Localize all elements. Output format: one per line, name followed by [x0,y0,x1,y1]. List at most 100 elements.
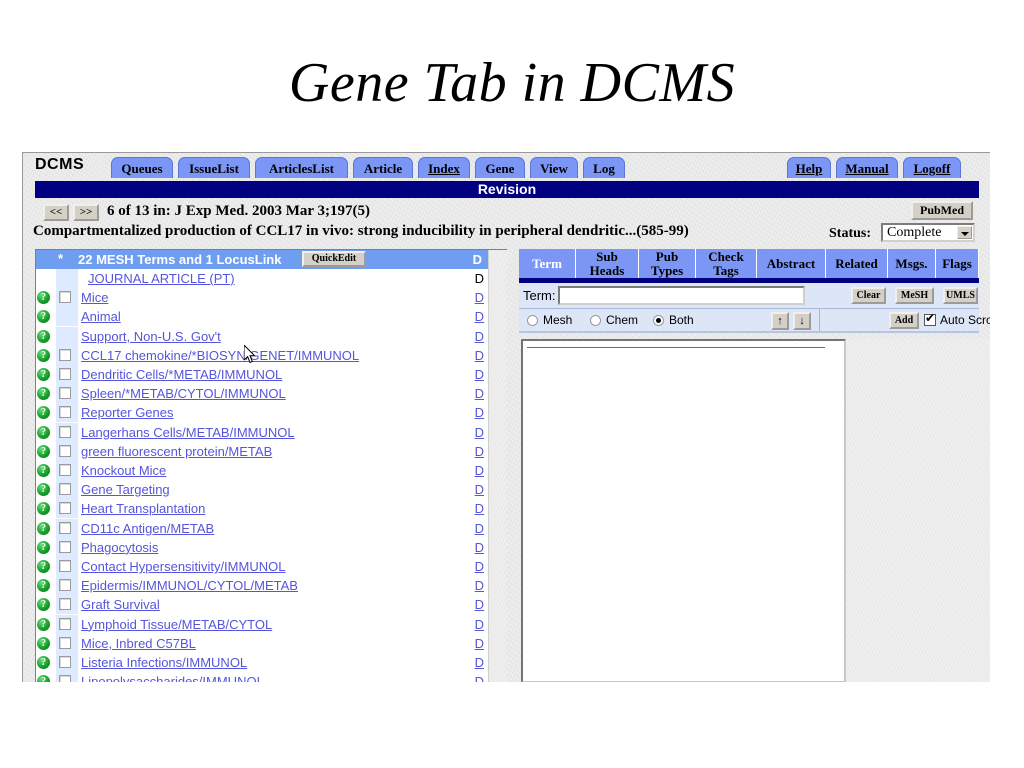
row-checkbox[interactable] [59,425,71,438]
help-globe-icon[interactable]: ? [37,444,50,458]
help-globe-icon[interactable]: ? [37,348,50,362]
help-globe-icon[interactable]: ? [37,310,50,324]
delete-link[interactable]: D [475,501,484,516]
list-item-label[interactable]: Support, Non-U.S. Gov't [81,329,221,344]
list-item-label[interactable]: Dendritic Cells/*METAB/IMMUNOL [81,367,282,382]
help-globe-icon[interactable]: ? [37,464,50,477]
list-item[interactable]: ? Gene Targeting D [36,480,507,500]
help-globe-icon[interactable]: ? [37,656,50,669]
row-checkbox[interactable] [59,502,71,515]
list-item-label[interactable]: Langerhans Cells/METAB/IMMUNOL [81,425,295,440]
delete-link[interactable]: D [475,290,484,305]
help-globe-icon[interactable]: ? [37,483,50,497]
row-checkbox[interactable] [59,387,71,400]
row-checkbox[interactable] [59,444,71,457]
list-item-label[interactable]: Heart Transplantation [81,501,205,516]
delete-link[interactable]: D [475,405,484,420]
list-item[interactable]: ? Contact Hypersensitivity/IMMUNOL D [36,557,507,576]
quickedit-button[interactable]: QuickEdit [302,251,366,267]
list-item-label[interactable]: Listeria Infections/IMMUNOL [81,655,247,670]
tab-logoff[interactable]: Logoff [903,157,961,178]
delete-link[interactable]: D [475,674,484,682]
pubmed-button[interactable]: PubMed [911,201,973,220]
status-dropdown[interactable]: Complete [881,223,975,242]
help-globe-icon[interactable]: ? [37,329,50,343]
list-item[interactable]: ? Phagocytosis D [36,537,507,557]
list-item-label[interactable]: Contact Hypersensitivity/IMMUNOL [81,559,285,574]
next-record-button[interactable]: >> [73,204,99,221]
list-item-label[interactable]: JOURNAL ARTICLE (PT) [88,271,235,286]
list-item[interactable]: ? Support, Non-U.S. Gov't D [36,326,507,346]
delete-link[interactable]: D [475,655,484,670]
list-item[interactable]: ? green fluorescent protein/METAB D [36,441,507,461]
list-item-label[interactable]: Lipopolysaccharides/IMMUNOL [81,674,264,682]
list-item-label[interactable]: Epidermis/IMMUNOL/CYTOL/METAB [81,578,298,593]
help-globe-icon[interactable]: ? [37,425,50,439]
tab-issuelist[interactable]: IssueList [178,157,250,178]
move-down-button[interactable]: ↓ [793,312,811,330]
detail-tab-check[interactable]: Check Tags [696,249,757,278]
mesh-button[interactable]: MeSH [895,287,934,304]
list-item[interactable]: ? Knockout Mice D [36,461,507,480]
list-item[interactable]: ? Listeria Infections/IMMUNOL D [36,653,507,672]
help-globe-icon[interactable]: ? [37,579,50,593]
list-item-label[interactable]: CD11c Antigen/METAB [81,521,214,536]
row-checkbox[interactable] [59,540,71,553]
radio-both[interactable] [653,315,664,326]
tab-view[interactable]: View [530,157,578,178]
delete-link[interactable]: D [475,348,484,363]
row-checkbox[interactable] [59,560,71,572]
list-item-label[interactable]: Spleen/*METAB/CYTOL/IMMUNOL [81,386,286,401]
detail-tab-flags[interactable]: Flags [936,249,979,278]
list-item-label[interactable]: Graft Survival [81,597,160,612]
list-item[interactable]: ? Lymphoid Tissue/METAB/CYTOL D [36,614,507,634]
list-item[interactable]: ? Heart Transplantation D [36,499,507,519]
delete-link[interactable]: D [475,636,484,651]
list-item[interactable]: ? Langerhans Cells/METAB/IMMUNOL D [36,422,507,442]
detail-tab-abstract[interactable]: Abstract [757,249,826,278]
list-item[interactable]: ? Spleen/*METAB/CYTOL/IMMUNOL D [36,384,507,404]
list-item[interactable]: ? Dendritic Cells/*METAB/IMMUNOL D [36,365,507,384]
list-item-label[interactable]: Phagocytosis [81,540,158,555]
delete-link[interactable]: D [475,521,484,536]
list-item-label[interactable]: Knockout Mice [81,463,166,478]
delete-link[interactable]: D [475,540,484,555]
delete-link[interactable]: D [475,463,484,478]
delete-link[interactable]: D [475,617,484,632]
row-checkbox[interactable] [59,598,71,611]
row-checkbox[interactable] [59,368,71,380]
auto-scroll-checkbox[interactable] [924,312,936,326]
list-item-label[interactable]: CCL17 chemokine/*BIOSYN/GENET/IMMUNOL [81,348,359,363]
delete-link[interactable]: D [475,309,484,324]
list-item-label[interactable]: Lymphoid Tissue/METAB/CYTOL [81,617,272,632]
radio-chem[interactable] [590,315,601,326]
row-checkbox[interactable] [59,636,71,649]
help-globe-icon[interactable]: ? [37,675,50,682]
delete-link[interactable]: D [475,482,484,497]
help-globe-icon[interactable]: ? [37,291,50,305]
help-globe-icon[interactable]: ? [37,521,50,535]
delete-link[interactable]: D [475,329,484,344]
row-checkbox[interactable] [59,291,71,304]
row-checkbox[interactable] [59,521,71,534]
detail-tab-related[interactable]: Related [826,249,888,278]
list-item[interactable]: ? Reporter Genes D [36,403,507,423]
list-item[interactable]: ? Epidermis/IMMUNOL/CYTOL/METAB D [36,576,507,596]
help-globe-icon[interactable]: ? [37,502,50,516]
delete-link[interactable]: D [475,386,484,401]
clear-button[interactable]: Clear [851,287,886,304]
list-item-label[interactable]: Mice, Inbred C57BL [81,636,196,651]
list-item[interactable]: ? CCL17 chemokine/*BIOSYN/GENET/IMMUNOL D [36,345,507,365]
row-checkbox[interactable] [59,675,71,682]
list-item-label[interactable]: Reporter Genes [81,405,174,420]
list-item-label[interactable]: green fluorescent protein/METAB [81,444,272,459]
row-checkbox[interactable] [59,656,71,668]
row-checkbox[interactable] [59,483,71,496]
detail-tab-msgs[interactable]: Msgs. [888,249,936,278]
move-up-button[interactable]: ↑ [771,312,789,330]
umls-button[interactable]: UMLS [943,287,978,304]
tab-log[interactable]: Log [583,157,625,178]
delete-link[interactable]: D [475,597,484,612]
add-button[interactable]: Add [889,312,919,329]
radio-mesh[interactable] [527,315,538,326]
